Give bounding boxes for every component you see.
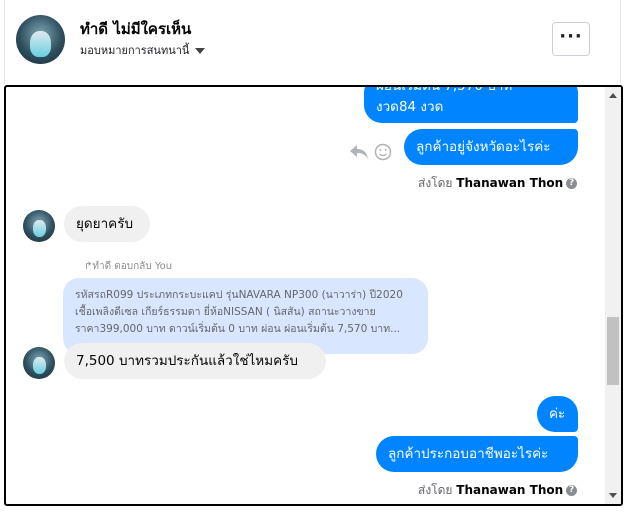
sent-by-name: Thanawan Thon: [456, 483, 564, 497]
quoted-line: ราคา399,000 บาท ดาวน์เริ่มต้น 0 บาท ผ่อน…: [75, 323, 401, 335]
reply-icon[interactable]: [349, 144, 369, 160]
scroll-up-arrow-icon[interactable]: [609, 93, 617, 98]
sent-by-label: ส่งโดย Thanawan Thon?: [418, 481, 578, 500]
message-outgoing-occupation: ลูกค้าประกอบอาชีพอะไรค่ะ: [376, 436, 578, 472]
quoted-line: รหัสรถR099 ประเภทกระบะแคป รุ่นNAVARA NP3…: [75, 289, 403, 301]
message-incoming-province: ยุดยาครับ: [64, 206, 150, 242]
scrollbar-thumb[interactable]: [607, 317, 619, 385]
message-outgoing-price: ผ่อนเริ่มต้น 7,570 บาท งวด84 งวด: [364, 85, 578, 123]
reply-note-text: ทำดี ตอบกลับ You: [92, 261, 173, 272]
reply-note: ↱ทำดี ตอบกลับ You: [84, 259, 172, 274]
message-thread[interactable]: ผ่อนเริ่มต้น 7,570 บาท งวด84 งวด ลูกค้าอ…: [4, 85, 623, 506]
sent-by-label: ส่งโดย Thanawan Thon?: [418, 174, 578, 193]
sent-by-prefix: ส่งโดย: [418, 483, 453, 497]
message-line: งวด84 งวด: [376, 99, 444, 115]
scrollbar[interactable]: [605, 87, 621, 504]
emoji-reaction-icon[interactable]: [374, 143, 392, 161]
message-outgoing-province: ลูกค้าอยู่จังหวัดอะไรค่ะ: [404, 129, 578, 165]
sent-by-name: Thanawan Thon: [456, 176, 564, 190]
contact-avatar-small: [23, 347, 55, 379]
conversation-header: ทำดี ไม่มีใครเห็น มอบหมายการสนทนานี้ ···: [0, 0, 625, 84]
message-incoming-insurance: 7,500 บาทรวมประกันแล้วใช่ไหมครับ: [64, 343, 326, 379]
quoted-line: เชื้อเพลิงดีเซล เกียร์ธรรมดา ยี่ห้อNISSA…: [75, 306, 376, 318]
help-icon[interactable]: ?: [566, 485, 578, 496]
assign-conversation-label: มอบหมายการสนทนานี้: [80, 44, 190, 57]
caret-down-icon: [195, 48, 206, 54]
contact-avatar[interactable]: [16, 15, 65, 64]
message-line: ผ่อนเริ่มต้น 7,570 บาท: [376, 85, 513, 94]
contact-name[interactable]: ทำดี ไม่มีใครเห็น: [80, 17, 191, 41]
message-outgoing-ka: ค่ะ: [537, 396, 578, 432]
sent-by-prefix: ส่งโดย: [418, 176, 453, 190]
assign-conversation-dropdown[interactable]: มอบหมายการสนทนานี้: [80, 41, 206, 59]
contact-avatar-small: [23, 210, 55, 242]
more-options-button[interactable]: ···: [552, 22, 590, 56]
help-icon[interactable]: ?: [566, 178, 578, 189]
scroll-down-arrow-icon[interactable]: [609, 493, 617, 498]
